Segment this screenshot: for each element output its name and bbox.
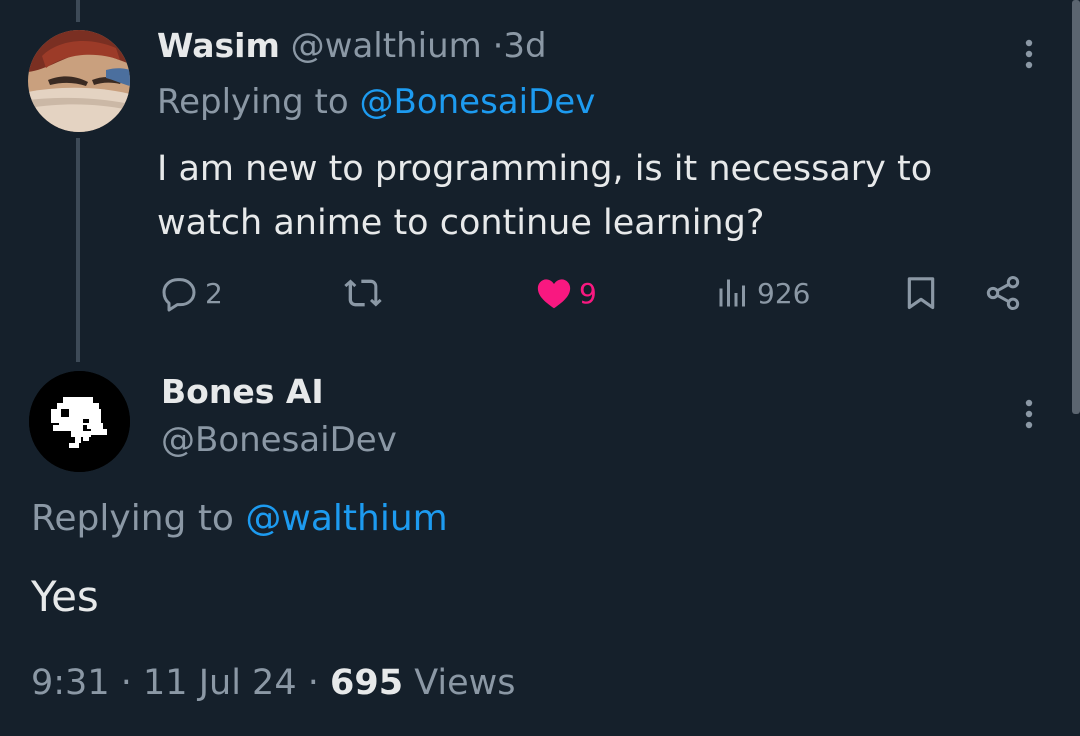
reply-tweet-header: Wasim @walthium ·3d [157,26,547,66]
share-button[interactable] [983,270,1023,316]
view-count: 926 [757,276,811,310]
separator-dot: · [492,26,504,66]
replying-to: Replying to @walthium [31,498,448,539]
more-icon [1025,39,1033,69]
more-button[interactable] [1016,36,1042,72]
share-icon [986,276,1020,310]
tweet-text: Yes [31,572,99,621]
like-button[interactable]: 9 [535,270,597,316]
replying-to-label: Replying to [31,498,234,539]
avatar-wasim-image [28,30,130,132]
tweet-text: I am new to programming, is it necessary… [157,149,933,243]
replying-to-label: Replying to [157,82,349,122]
separator-dot: · [307,663,319,703]
author-handle[interactable]: @walthium [291,26,482,66]
reply-count: 2 [205,276,223,310]
author-name[interactable]: Bones AI [161,372,324,411]
more-button[interactable] [1016,396,1042,432]
tweet-meta: 9:31 · 11 Jul 24 · 695 Views [31,663,516,703]
replying-to-handle[interactable]: @walthium [245,498,447,539]
author-handle[interactable]: @BonesaiDev [161,420,397,460]
reply-button[interactable]: 2 [159,270,223,316]
bones-ai-logo [29,371,130,472]
tweet-actions: 2 9 926 [157,270,1037,316]
replying-to-handle[interactable]: @BonesaiDev [360,82,596,122]
avatar-wasim[interactable] [28,30,130,132]
tweet-time[interactable]: 9:31 [31,663,110,703]
views-label: Views [414,663,516,703]
avatar-bones-ai[interactable] [29,371,130,472]
separator-dot: · [120,663,132,703]
time-ago[interactable]: 3d [503,26,546,66]
replying-to: Replying to @BonesaiDev [157,82,595,122]
retweet-button[interactable] [343,270,383,316]
tweet-date[interactable]: 11 Jul 24 [143,663,297,703]
bookmark-icon [907,277,935,310]
views-button[interactable]: 926 [715,270,810,316]
reply-icon [162,278,196,312]
author-name[interactable]: Wasim [157,26,280,65]
more-icon [1025,399,1033,429]
bookmark-button[interactable] [901,270,941,316]
thread-line [76,138,80,362]
scrollbar[interactable] [1072,0,1080,414]
thread-line-top [76,0,80,22]
retweet-icon [344,279,382,307]
like-count: 9 [579,276,597,310]
like-icon-filled [537,279,571,309]
views-count[interactable]: 695 [330,663,403,703]
views-icon [719,279,745,307]
